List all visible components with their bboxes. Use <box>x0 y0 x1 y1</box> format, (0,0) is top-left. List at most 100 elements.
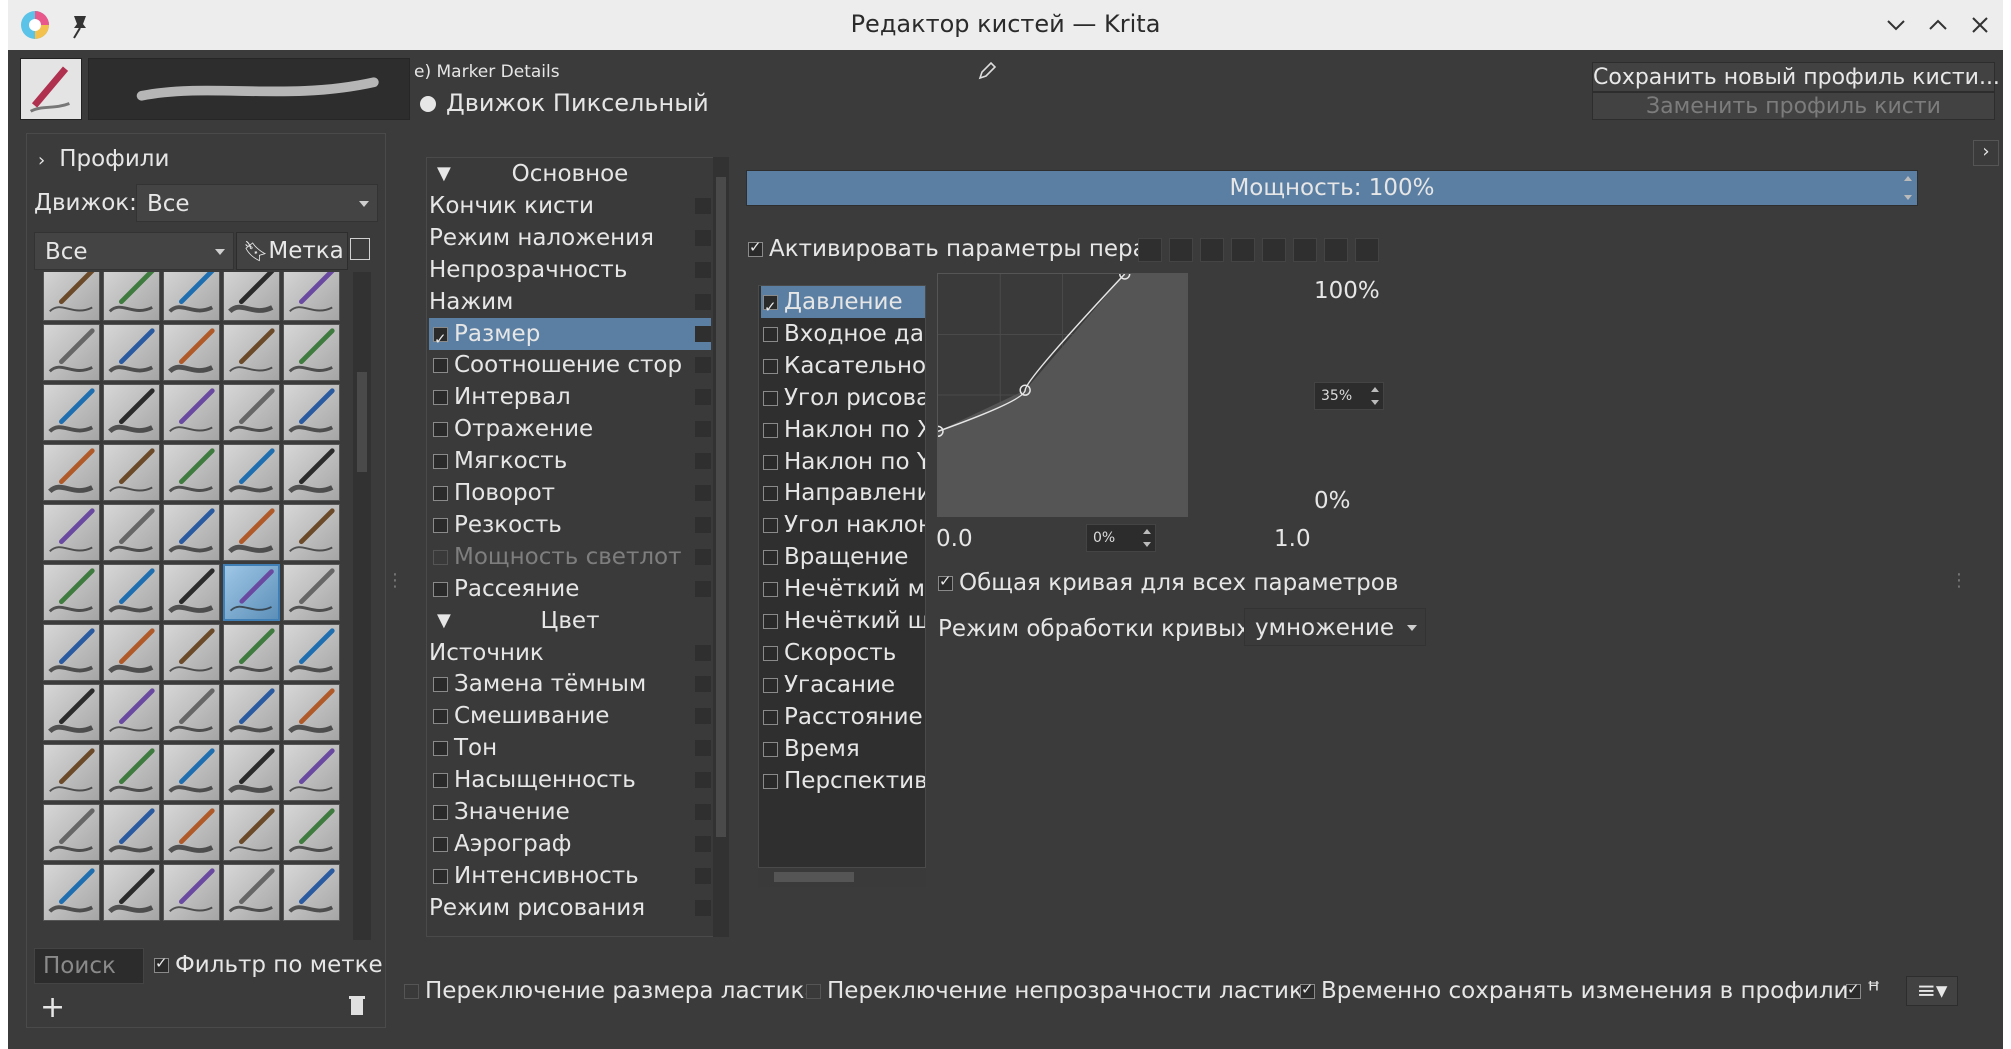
checkbox[interactable] <box>763 773 778 789</box>
checkbox[interactable] <box>763 614 778 629</box>
brush-preset-thumbnail[interactable] <box>43 272 100 321</box>
brush-preset-thumbnail[interactable] <box>283 804 340 861</box>
brush-preset-thumbnail[interactable] <box>103 384 160 441</box>
checkbox[interactable] <box>433 677 448 693</box>
brush-preset-thumbnail[interactable] <box>103 564 160 621</box>
tag-filter-combo[interactable]: Все <box>34 232 234 270</box>
option-item[interactable]: Режим наложения <box>429 222 711 254</box>
checkbox[interactable] <box>763 390 778 406</box>
lock-icon[interactable] <box>695 516 711 533</box>
checkbox[interactable] <box>433 358 448 374</box>
sensor-item[interactable]: Касательное <box>761 350 925 382</box>
filter-by-tag-checkbox[interactable]: Фильтр по метке <box>154 952 383 978</box>
overwrite-preset-button[interactable]: Заменить профиль кисти <box>1592 92 1995 120</box>
sensor-item[interactable]: Давление <box>761 286 925 318</box>
option-item[interactable]: Мощность светлот <box>429 541 711 573</box>
option-item[interactable]: Замена тёмным <box>429 668 711 700</box>
sensor-item[interactable]: Угол рисова <box>761 382 925 414</box>
option-item[interactable]: Кончик кисти <box>429 190 711 222</box>
splitter-handle-right[interactable]: ⋮ <box>1950 570 1968 591</box>
lock-icon[interactable] <box>695 389 711 406</box>
brush-preset-thumbnail[interactable] <box>43 564 100 621</box>
brush-preset-thumbnail[interactable] <box>103 684 160 741</box>
brush-preset-thumbnail[interactable] <box>223 564 280 621</box>
brush-preset-thumbnail[interactable] <box>43 444 100 501</box>
brush-preset-thumbnail[interactable] <box>163 744 220 801</box>
brush-preset-thumbnail[interactable] <box>43 324 100 381</box>
brush-preset-thumbnail[interactable] <box>103 864 160 921</box>
option-item[interactable]: Интенсивность <box>429 860 711 892</box>
brush-preset-thumbnail[interactable] <box>283 744 340 801</box>
checkbox[interactable] <box>433 741 448 757</box>
lock-icon[interactable] <box>695 229 711 246</box>
trash-icon[interactable] <box>348 994 366 1016</box>
scrollbar-handle[interactable] <box>357 372 367 472</box>
checkbox[interactable] <box>763 454 778 470</box>
lock-icon[interactable] <box>695 357 711 374</box>
brush-preset-thumbnail[interactable] <box>223 624 280 681</box>
brush-preset-thumbnail[interactable] <box>43 804 100 861</box>
brush-preset-thumbnail[interactable] <box>283 384 340 441</box>
lock-icon[interactable] <box>695 835 711 852</box>
option-item[interactable]: Нажим <box>429 286 711 318</box>
eraser-opacity-checkbox[interactable]: Переключение непрозрачности ластика <box>806 978 1317 1004</box>
option-item[interactable]: Значение <box>429 796 711 828</box>
option-category[interactable]: ▼ Цвет <box>429 605 711 637</box>
brush-preset-thumbnail[interactable] <box>103 744 160 801</box>
minimize-button[interactable] <box>1881 10 1911 40</box>
option-item[interactable]: Рассеяние <box>429 573 711 605</box>
checkbox[interactable] <box>763 326 778 342</box>
sensor-item[interactable]: Угасание <box>761 669 925 701</box>
checkbox[interactable] <box>763 550 778 566</box>
brush-preset-thumbnail[interactable] <box>223 272 280 321</box>
checkbox[interactable] <box>763 358 778 374</box>
brush-preset-thumbnail[interactable] <box>103 624 160 681</box>
brush-preset-thumbnail[interactable] <box>223 684 280 741</box>
strength-slider[interactable]: Мощность: 100% <box>746 170 1918 206</box>
preset-grid-scrollbar[interactable] <box>353 272 371 940</box>
curve-x-spinbox[interactable]: 0% <box>1086 524 1156 552</box>
brush-preset-thumbnail[interactable] <box>103 444 160 501</box>
option-item[interactable]: Отражение <box>429 413 711 445</box>
brush-preset-thumbnail[interactable] <box>283 624 340 681</box>
checkbox[interactable] <box>433 836 448 852</box>
brush-preset-thumbnail[interactable] <box>103 504 160 561</box>
close-button[interactable] <box>1965 10 1995 40</box>
arch-curve-icon[interactable] <box>1293 237 1317 262</box>
checkbox[interactable] <box>433 773 448 789</box>
checkbox[interactable] <box>763 677 778 693</box>
checkbox[interactable] <box>433 517 448 533</box>
lock-icon[interactable] <box>695 772 711 789</box>
brush-preset-thumbnail[interactable] <box>283 272 340 321</box>
checkbox[interactable] <box>433 549 448 565</box>
lock-icon[interactable] <box>695 580 711 597</box>
brush-preset-thumbnail[interactable] <box>163 804 220 861</box>
checkbox[interactable] <box>763 741 778 757</box>
preset-search-input[interactable]: Поиск <box>34 948 144 984</box>
checkbox[interactable] <box>433 805 448 820</box>
preset-thumbnail[interactable] <box>20 58 82 120</box>
checkbox[interactable] <box>1846 980 1861 999</box>
checkbox[interactable] <box>763 291 778 318</box>
brush-preset-thumbnail[interactable] <box>223 864 280 921</box>
brush-preset-thumbnail[interactable] <box>223 744 280 801</box>
sensor-item[interactable]: Расстояние <box>761 701 925 733</box>
brush-preset-thumbnail[interactable] <box>163 564 220 621</box>
sensor-hscrollbar[interactable] <box>758 867 926 887</box>
eraser-size-checkbox[interactable]: Переключение размера ластика <box>404 978 819 1004</box>
checkbox[interactable] <box>1300 980 1315 999</box>
add-icon[interactable]: + <box>40 990 65 1025</box>
linear-curve-icon[interactable] <box>1138 237 1162 262</box>
save-new-preset-button[interactable]: Сохранить новый профиль кисти... <box>1592 62 2000 92</box>
brush-preset-thumbnail[interactable] <box>43 504 100 561</box>
splitter-handle[interactable]: ⋮ <box>386 570 404 591</box>
option-item[interactable]: Поворот <box>429 477 711 509</box>
sensor-item[interactable]: Нечёткий шт <box>761 605 925 637</box>
option-item[interactable]: Непрозрачность <box>429 254 711 286</box>
lock-icon[interactable] <box>695 644 711 661</box>
checkbox[interactable] <box>806 984 821 999</box>
brush-preset-thumbnail[interactable] <box>103 804 160 861</box>
brush-preset-thumbnail[interactable] <box>283 564 340 621</box>
scurve-icon[interactable] <box>1200 237 1224 262</box>
sensor-item[interactable]: Скорость <box>761 637 925 669</box>
